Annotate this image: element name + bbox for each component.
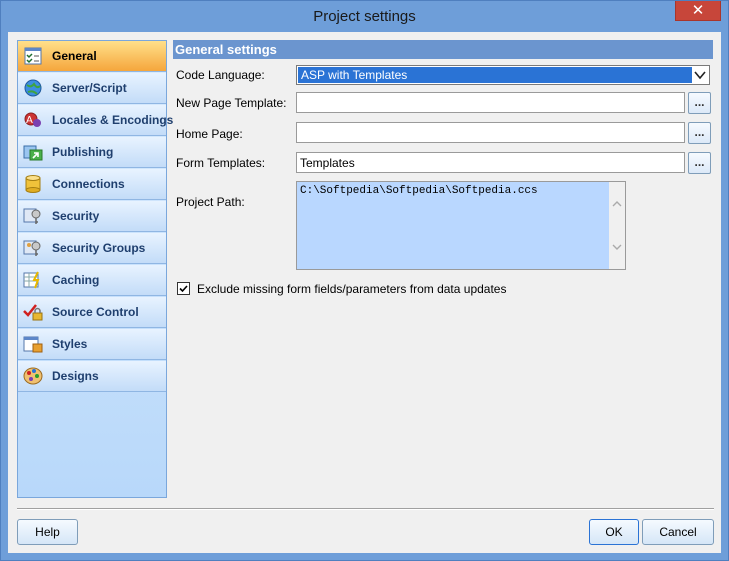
- form-templates-browse-button[interactable]: ...: [688, 152, 711, 174]
- cache-icon: [23, 271, 40, 289]
- close-icon: ✕: [691, 2, 705, 19]
- title-bar[interactable]: Project settings ✕: [1, 1, 728, 32]
- sidebar-item-styles[interactable]: Styles: [18, 329, 166, 360]
- close-button[interactable]: ✕: [675, 1, 721, 21]
- sidebar-item-label: Server/Script: [52, 81, 127, 95]
- sidebar-item-label: Source Control: [52, 305, 139, 319]
- sidebar-item-locales[interactable]: A Locales & Encodings: [18, 105, 173, 136]
- new-page-template-browse-button[interactable]: ...: [688, 92, 711, 114]
- footer-divider: [17, 508, 714, 510]
- cancel-button[interactable]: Cancel: [642, 519, 714, 545]
- section-header: General settings: [173, 40, 713, 59]
- svg-text:A: A: [26, 115, 33, 126]
- form-templates-input[interactable]: [296, 152, 685, 173]
- sidebar-item-label: Locales & Encodings: [52, 113, 174, 127]
- sidebar-item-general[interactable]: General: [18, 41, 166, 72]
- checkmark-icon: [179, 285, 188, 293]
- sidebar-item-label: Styles: [52, 337, 88, 351]
- lock-check-icon: [23, 304, 43, 321]
- dialog-body: General Server/Script A Locales & Encodi…: [8, 32, 721, 553]
- key-icon: [23, 208, 41, 224]
- project-settings-window: Project settings ✕ General Server/Script…: [0, 0, 729, 561]
- database-icon: [25, 175, 41, 193]
- home-page-input[interactable]: [296, 122, 685, 143]
- sidebar-item-server-script[interactable]: Server/Script: [18, 73, 166, 104]
- chevron-down-icon[interactable]: [693, 67, 707, 83]
- home-page-label: Home Page:: [176, 127, 243, 141]
- checklist-icon: [24, 47, 42, 65]
- sidebar-item-label: Caching: [52, 273, 100, 287]
- sidebar-item-security-groups[interactable]: Security Groups: [18, 233, 166, 264]
- sidebar-item-label: Connections: [52, 177, 125, 191]
- new-page-template-input[interactable]: [296, 92, 685, 113]
- sidebar-item-caching[interactable]: Caching: [18, 265, 166, 296]
- home-page-browse-button[interactable]: ...: [688, 122, 711, 144]
- scroll-up-icon[interactable]: [610, 197, 624, 211]
- help-button[interactable]: Help: [17, 519, 78, 545]
- palette-icon: [23, 367, 43, 385]
- project-path-value: C:\Softpedia\Softpedia\Softpedia.ccs: [300, 185, 538, 197]
- project-path-label: Project Path:: [176, 195, 245, 209]
- styles-icon: [23, 336, 43, 353]
- code-language-label: Code Language:: [176, 68, 265, 82]
- globe-icon: [24, 79, 42, 97]
- sidebar-item-label: Security: [52, 209, 100, 223]
- sidebar-item-connections[interactable]: Connections: [18, 169, 166, 200]
- key-group-icon: [23, 240, 41, 256]
- project-path-scrollbar[interactable]: [609, 182, 625, 269]
- code-language-value: ASP with Templates: [298, 67, 692, 83]
- window-title: Project settings: [313, 8, 416, 25]
- settings-sidebar: General Server/Script A Locales & Encodi…: [17, 40, 173, 498]
- exclude-missing-fields-label[interactable]: Exclude missing form fields/parameters f…: [197, 282, 506, 296]
- new-page-template-label: New Page Template:: [176, 96, 287, 110]
- scroll-down-icon[interactable]: [610, 240, 624, 254]
- sidebar-item-label: Designs: [52, 369, 99, 383]
- sidebar-item-security[interactable]: Security: [18, 201, 166, 232]
- sidebar-item-label: General: [52, 49, 97, 63]
- sidebar-item-publishing[interactable]: Publishing: [18, 137, 166, 168]
- sidebar-item-designs[interactable]: Designs: [18, 361, 166, 392]
- locale-icon: A: [24, 112, 41, 127]
- code-language-select[interactable]: ASP with Templates: [296, 65, 710, 85]
- sidebar-item-label: Security Groups: [52, 241, 146, 255]
- ok-button[interactable]: OK: [589, 519, 639, 545]
- sidebar-item-source-control[interactable]: Source Control: [18, 297, 166, 328]
- sidebar-item-label: Publishing: [52, 145, 114, 159]
- publish-icon: [23, 145, 43, 161]
- exclude-missing-fields-checkbox[interactable]: [177, 282, 190, 295]
- form-templates-label: Form Templates:: [176, 156, 266, 170]
- project-path-textarea[interactable]: C:\Softpedia\Softpedia\Softpedia.ccs: [296, 181, 626, 270]
